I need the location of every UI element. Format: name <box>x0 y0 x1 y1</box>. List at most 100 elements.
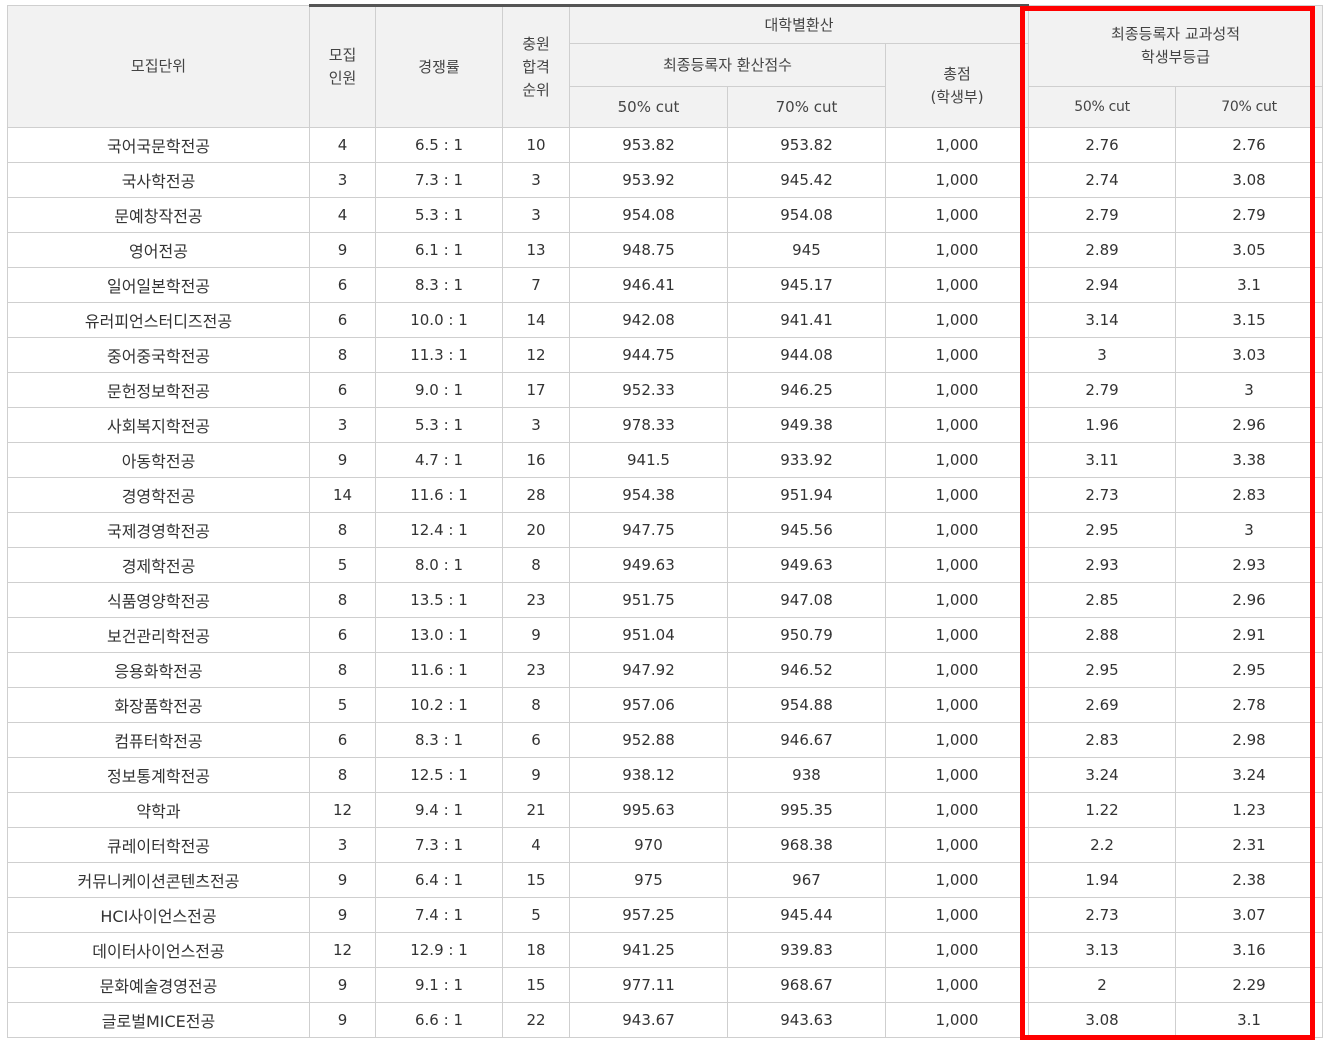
cell-competition: 5.3 : 1 <box>375 407 503 443</box>
cell-grade-cut70: 3 <box>1175 512 1324 548</box>
cell-grade-cut50: 3.11 <box>1028 442 1177 478</box>
cell-grade-cut50: 3.14 <box>1028 302 1177 338</box>
table-row: 중어중국학전공 8 11.3 : 1 12 944.75 944.08 1,000 3 3.03 <box>7 337 1324 373</box>
cell-total: 1,000 <box>884 687 1030 723</box>
cell-rank: 20 <box>502 512 570 548</box>
cell-grade-cut70: 2.76 <box>1175 127 1324 163</box>
cell-rank: 15 <box>502 967 570 1003</box>
cell-grade-cut50: 2.79 <box>1028 372 1177 408</box>
cell-total: 1,000 <box>884 862 1030 898</box>
cell-total: 1,000 <box>884 792 1030 828</box>
cell-rank: 22 <box>502 1002 570 1038</box>
cell-grade-cut70: 2.83 <box>1175 477 1324 513</box>
cell-competition: 10.2 : 1 <box>375 687 503 723</box>
table-row: 정보통계학전공 8 12.5 : 1 9 938.12 938 1,000 3.24 3.24 <box>7 757 1324 793</box>
cell-grade-cut70: 3.1 <box>1175 267 1324 303</box>
table-row: 보건관리학전공 6 13.0 : 1 9 951.04 950.79 1,000 2.88 2.… <box>7 617 1324 653</box>
cell-grade-cut50: 2.2 <box>1028 827 1177 863</box>
table-row: 유러피언스터디즈전공 6 10.0 : 1 14 942.08 941.41 1,000 3.… <box>7 302 1324 338</box>
cell-grade-cut70: 3.1 <box>1175 1002 1324 1038</box>
cell-total: 1,000 <box>884 582 1030 618</box>
table-row: 국제경영학전공 8 12.4 : 1 20 947.75 945.56 1,000 2.95 3 <box>7 512 1324 548</box>
table-row: 경영학전공 14 11.6 : 1 28 954.38 951.94 1,000 2.73 2.… <box>7 477 1324 513</box>
cell-quota: 12 <box>309 932 376 968</box>
cell-total: 1,000 <box>884 547 1030 583</box>
cell-total: 1,000 <box>884 1002 1030 1038</box>
cell-unit: 글로벌MICE전공 <box>7 1002 310 1038</box>
cell-rank: 17 <box>502 372 570 408</box>
header-score-cut50: 50% cut <box>569 86 728 128</box>
cell-grade-cut50: 2.95 <box>1028 652 1177 688</box>
cell-grade-cut50: 2.89 <box>1028 232 1177 268</box>
cell-rank: 14 <box>502 302 570 338</box>
cell-score-cut50: 946.41 <box>569 267 728 303</box>
cell-quota: 3 <box>309 827 376 863</box>
header-unit: 모집단위 <box>7 5 310 128</box>
cell-rank: 16 <box>502 442 570 478</box>
cell-competition: 12.9 : 1 <box>375 932 503 968</box>
cell-score-cut70: 950.79 <box>727 617 886 653</box>
cell-unit: 식품영양학전공 <box>7 582 310 618</box>
cell-quota: 9 <box>309 897 376 933</box>
cell-competition: 8.0 : 1 <box>375 547 503 583</box>
cell-total: 1,000 <box>884 127 1030 163</box>
cell-rank: 21 <box>502 792 570 828</box>
cell-quota: 8 <box>309 337 376 373</box>
cell-competition: 9.1 : 1 <box>375 967 503 1003</box>
cell-grade-cut50: 3 <box>1028 337 1177 373</box>
cell-quota: 9 <box>309 1002 376 1038</box>
cell-quota: 6 <box>309 372 376 408</box>
cell-grade-cut70: 2.96 <box>1175 407 1324 443</box>
table-row: 화장품학전공 5 10.2 : 1 8 957.06 954.88 1,000 2.69 2.7… <box>7 687 1324 723</box>
cell-total: 1,000 <box>884 442 1030 478</box>
cell-competition: 6.5 : 1 <box>375 127 503 163</box>
cell-total: 1,000 <box>884 162 1030 198</box>
cell-unit: 중어중국학전공 <box>7 337 310 373</box>
cell-grade-cut50: 2.85 <box>1028 582 1177 618</box>
cell-score-cut70: 946.67 <box>727 722 886 758</box>
cell-quota: 8 <box>309 582 376 618</box>
cell-score-cut70: 953.82 <box>727 127 886 163</box>
cell-rank: 28 <box>502 477 570 513</box>
cell-total: 1,000 <box>884 967 1030 1003</box>
table-row: 영어전공 9 6.1 : 1 13 948.75 945 1,000 2.89 3.05 <box>7 232 1324 268</box>
cell-score-cut70: 943.63 <box>727 1002 886 1038</box>
table-row: 일어일본학전공 6 8.3 : 1 7 946.41 945.17 1,000 2.94 3.1 <box>7 267 1324 303</box>
header-total: 총점 (학생부) <box>884 43 1030 128</box>
cell-score-cut70: 945.56 <box>727 512 886 548</box>
cell-rank: 23 <box>502 652 570 688</box>
cell-score-cut70: 945.42 <box>727 162 886 198</box>
cell-grade-cut70: 2.31 <box>1175 827 1324 863</box>
cell-grade-cut50: 2.73 <box>1028 477 1177 513</box>
cell-competition: 7.3 : 1 <box>375 827 503 863</box>
cell-unit: 약학과 <box>7 792 310 828</box>
header-quota: 모집 인원 <box>309 4 376 128</box>
cell-grade-cut50: 2.88 <box>1028 617 1177 653</box>
table-row: HCI사이언스전공 9 7.4 : 1 5 957.25 945.44 1,000 2.73 3… <box>7 897 1324 933</box>
cell-grade-cut70: 3.05 <box>1175 232 1324 268</box>
cell-competition: 12.4 : 1 <box>375 512 503 548</box>
cell-grade-cut50: 2.83 <box>1028 722 1177 758</box>
cell-score-cut50: 954.38 <box>569 477 728 513</box>
cell-unit: 응용화학전공 <box>7 652 310 688</box>
cell-competition: 6.6 : 1 <box>375 1002 503 1038</box>
cell-grade-cut50: 2.79 <box>1028 197 1177 233</box>
cell-rank: 3 <box>502 197 570 233</box>
cell-score-cut50: 953.82 <box>569 127 728 163</box>
cell-quota: 9 <box>309 442 376 478</box>
cell-score-cut50: 951.04 <box>569 617 728 653</box>
cell-unit: 정보통계학전공 <box>7 757 310 793</box>
cell-competition: 9.4 : 1 <box>375 792 503 828</box>
header-grade: 최종등록자 교과성적 학생부등급 <box>1028 5 1324 87</box>
cell-score-cut70: 951.94 <box>727 477 886 513</box>
cell-total: 1,000 <box>884 267 1030 303</box>
cell-unit: 커뮤니케이션콘텐츠전공 <box>7 862 310 898</box>
cell-score-cut50: 953.92 <box>569 162 728 198</box>
cell-grade-cut50: 2.73 <box>1028 897 1177 933</box>
cell-score-cut50: 947.92 <box>569 652 728 688</box>
cell-score-cut50: 944.75 <box>569 337 728 373</box>
cell-total: 1,000 <box>884 932 1030 968</box>
cell-competition: 8.3 : 1 <box>375 722 503 758</box>
cell-grade-cut70: 2.78 <box>1175 687 1324 723</box>
cell-grade-cut70: 2.98 <box>1175 722 1324 758</box>
